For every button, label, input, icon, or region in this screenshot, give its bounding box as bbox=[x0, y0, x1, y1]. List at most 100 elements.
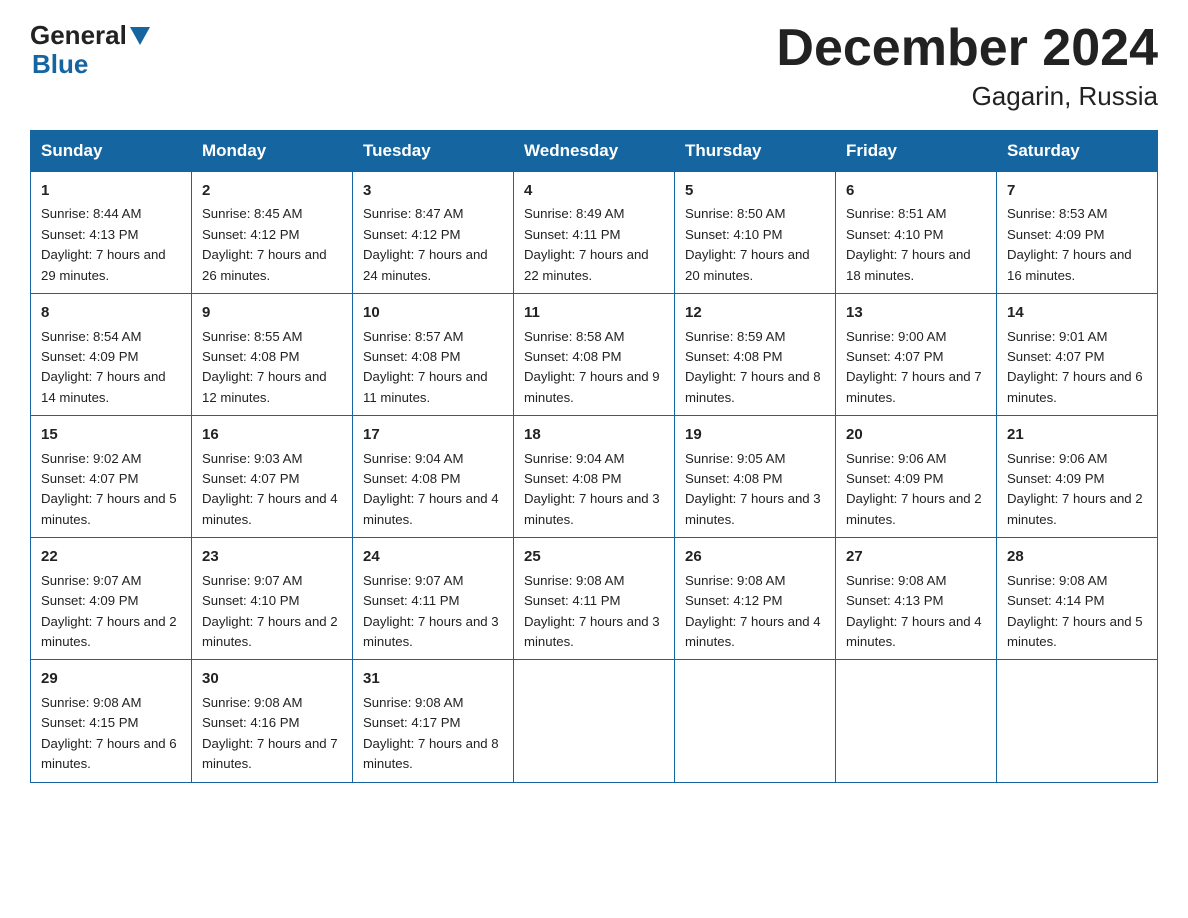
calendar-cell: 13 Sunrise: 9:00 AMSunset: 4:07 PMDayligh… bbox=[836, 294, 997, 416]
calendar-cell: 1Sunrise: 8:44 AMSunset: 4:13 PMDaylight… bbox=[31, 172, 192, 294]
calendar-cell: 2Sunrise: 8:45 AMSunset: 4:12 PMDaylight… bbox=[192, 172, 353, 294]
logo-general-text: General bbox=[30, 20, 127, 51]
day-number: 15 bbox=[41, 423, 181, 446]
logo-arrow-icon bbox=[130, 27, 150, 45]
day-info: Sunrise: 9:02 AMSunset: 4:07 PMDaylight:… bbox=[41, 449, 181, 531]
day-number: 6 bbox=[846, 179, 986, 202]
calendar-week-row: 1Sunrise: 8:44 AMSunset: 4:13 PMDaylight… bbox=[31, 172, 1158, 294]
calendar-cell: 19 Sunrise: 9:05 AMSunset: 4:08 PMDayligh… bbox=[675, 416, 836, 538]
calendar-cell bbox=[675, 660, 836, 782]
weekday-header-wednesday: Wednesday bbox=[514, 131, 675, 172]
day-info: Sunrise: 9:08 AMSunset: 4:15 PMDaylight:… bbox=[41, 693, 181, 775]
calendar-cell: 8 Sunrise: 8:54 AMSunset: 4:09 PMDaylight… bbox=[31, 294, 192, 416]
calendar-cell: 20 Sunrise: 9:06 AMSunset: 4:09 PMDayligh… bbox=[836, 416, 997, 538]
day-info: Sunrise: 8:50 AMSunset: 4:10 PMDaylight:… bbox=[685, 204, 825, 286]
day-info: Sunrise: 9:01 AMSunset: 4:07 PMDaylight:… bbox=[1007, 327, 1147, 409]
day-info: Sunrise: 9:08 AMSunset: 4:14 PMDaylight:… bbox=[1007, 571, 1147, 653]
calendar-cell: 12 Sunrise: 8:59 AMSunset: 4:08 PMDayligh… bbox=[675, 294, 836, 416]
calendar-cell: 7Sunrise: 8:53 AMSunset: 4:09 PMDaylight… bbox=[997, 172, 1158, 294]
page-subtitle: Gagarin, Russia bbox=[776, 81, 1158, 112]
day-info: Sunrise: 8:53 AMSunset: 4:09 PMDaylight:… bbox=[1007, 204, 1147, 286]
day-info: Sunrise: 9:00 AMSunset: 4:07 PMDaylight:… bbox=[846, 327, 986, 409]
day-number: 1 bbox=[41, 179, 181, 202]
logo: General Blue bbox=[30, 20, 150, 80]
calendar-cell: 22 Sunrise: 9:07 AMSunset: 4:09 PMDayligh… bbox=[31, 538, 192, 660]
day-info: Sunrise: 8:58 AMSunset: 4:08 PMDaylight:… bbox=[524, 327, 664, 409]
day-number: 4 bbox=[524, 179, 664, 202]
day-info: Sunrise: 9:07 AMSunset: 4:09 PMDaylight:… bbox=[41, 571, 181, 653]
calendar-cell: 27 Sunrise: 9:08 AMSunset: 4:13 PMDayligh… bbox=[836, 538, 997, 660]
day-number: 2 bbox=[202, 179, 342, 202]
day-number: 29 bbox=[41, 667, 181, 690]
logo-general: General bbox=[30, 20, 150, 51]
day-number: 13 bbox=[846, 301, 986, 324]
day-info: Sunrise: 8:49 AMSunset: 4:11 PMDaylight:… bbox=[524, 204, 664, 286]
day-info: Sunrise: 8:59 AMSunset: 4:08 PMDaylight:… bbox=[685, 327, 825, 409]
weekday-header-sunday: Sunday bbox=[31, 131, 192, 172]
day-number: 17 bbox=[363, 423, 503, 446]
day-number: 26 bbox=[685, 545, 825, 568]
day-info: Sunrise: 9:08 AMSunset: 4:12 PMDaylight:… bbox=[685, 571, 825, 653]
page-title: December 2024 bbox=[776, 20, 1158, 77]
day-number: 24 bbox=[363, 545, 503, 568]
calendar-cell: 4Sunrise: 8:49 AMSunset: 4:11 PMDaylight… bbox=[514, 172, 675, 294]
calendar-cell: 17 Sunrise: 9:04 AMSunset: 4:08 PMDayligh… bbox=[353, 416, 514, 538]
day-info: Sunrise: 8:57 AMSunset: 4:08 PMDaylight:… bbox=[363, 327, 503, 409]
day-number: 16 bbox=[202, 423, 342, 446]
calendar-cell: 30 Sunrise: 9:08 AMSunset: 4:16 PMDayligh… bbox=[192, 660, 353, 782]
weekday-header-monday: Monday bbox=[192, 131, 353, 172]
day-info: Sunrise: 8:55 AMSunset: 4:08 PMDaylight:… bbox=[202, 327, 342, 409]
day-info: Sunrise: 9:08 AMSunset: 4:17 PMDaylight:… bbox=[363, 693, 503, 775]
day-info: Sunrise: 9:07 AMSunset: 4:11 PMDaylight:… bbox=[363, 571, 503, 653]
calendar-cell: 18 Sunrise: 9:04 AMSunset: 4:08 PMDayligh… bbox=[514, 416, 675, 538]
calendar-cell: 5Sunrise: 8:50 AMSunset: 4:10 PMDaylight… bbox=[675, 172, 836, 294]
calendar-week-row: 8 Sunrise: 8:54 AMSunset: 4:09 PMDaylight… bbox=[31, 294, 1158, 416]
day-info: Sunrise: 9:04 AMSunset: 4:08 PMDaylight:… bbox=[524, 449, 664, 531]
day-number: 19 bbox=[685, 423, 825, 446]
day-info: Sunrise: 9:06 AMSunset: 4:09 PMDaylight:… bbox=[846, 449, 986, 531]
calendar-cell: 29 Sunrise: 9:08 AMSunset: 4:15 PMDayligh… bbox=[31, 660, 192, 782]
day-number: 9 bbox=[202, 301, 342, 324]
day-number: 28 bbox=[1007, 545, 1147, 568]
day-number: 10 bbox=[363, 301, 503, 324]
calendar-cell: 11 Sunrise: 8:58 AMSunset: 4:08 PMDayligh… bbox=[514, 294, 675, 416]
day-info: Sunrise: 9:07 AMSunset: 4:10 PMDaylight:… bbox=[202, 571, 342, 653]
day-number: 23 bbox=[202, 545, 342, 568]
day-info: Sunrise: 9:03 AMSunset: 4:07 PMDaylight:… bbox=[202, 449, 342, 531]
day-number: 30 bbox=[202, 667, 342, 690]
calendar-cell: 31 Sunrise: 9:08 AMSunset: 4:17 PMDayligh… bbox=[353, 660, 514, 782]
calendar-cell: 16 Sunrise: 9:03 AMSunset: 4:07 PMDayligh… bbox=[192, 416, 353, 538]
calendar-week-row: 29 Sunrise: 9:08 AMSunset: 4:15 PMDayligh… bbox=[31, 660, 1158, 782]
page-header: General Blue December 2024 Gagarin, Russ… bbox=[30, 20, 1158, 112]
day-number: 5 bbox=[685, 179, 825, 202]
day-info: Sunrise: 9:08 AMSunset: 4:13 PMDaylight:… bbox=[846, 571, 986, 653]
day-number: 12 bbox=[685, 301, 825, 324]
calendar-cell: 28 Sunrise: 9:08 AMSunset: 4:14 PMDayligh… bbox=[997, 538, 1158, 660]
day-number: 22 bbox=[41, 545, 181, 568]
day-info: Sunrise: 9:08 AMSunset: 4:11 PMDaylight:… bbox=[524, 571, 664, 653]
calendar-week-row: 15 Sunrise: 9:02 AMSunset: 4:07 PMDayligh… bbox=[31, 416, 1158, 538]
calendar-table: SundayMondayTuesdayWednesdayThursdayFrid… bbox=[30, 130, 1158, 782]
day-number: 11 bbox=[524, 301, 664, 324]
day-number: 14 bbox=[1007, 301, 1147, 324]
weekday-header-thursday: Thursday bbox=[675, 131, 836, 172]
logo-blue-text: Blue bbox=[32, 49, 88, 80]
day-number: 8 bbox=[41, 301, 181, 324]
day-info: Sunrise: 9:05 AMSunset: 4:08 PMDaylight:… bbox=[685, 449, 825, 531]
calendar-week-row: 22 Sunrise: 9:07 AMSunset: 4:09 PMDayligh… bbox=[31, 538, 1158, 660]
day-info: Sunrise: 9:08 AMSunset: 4:16 PMDaylight:… bbox=[202, 693, 342, 775]
day-info: Sunrise: 9:04 AMSunset: 4:08 PMDaylight:… bbox=[363, 449, 503, 531]
calendar-cell: 9 Sunrise: 8:55 AMSunset: 4:08 PMDaylight… bbox=[192, 294, 353, 416]
calendar-cell: 15 Sunrise: 9:02 AMSunset: 4:07 PMDayligh… bbox=[31, 416, 192, 538]
calendar-cell bbox=[514, 660, 675, 782]
day-number: 18 bbox=[524, 423, 664, 446]
weekday-header-friday: Friday bbox=[836, 131, 997, 172]
day-info: Sunrise: 8:44 AMSunset: 4:13 PMDaylight:… bbox=[41, 204, 181, 286]
day-info: Sunrise: 8:54 AMSunset: 4:09 PMDaylight:… bbox=[41, 327, 181, 409]
day-info: Sunrise: 8:51 AMSunset: 4:10 PMDaylight:… bbox=[846, 204, 986, 286]
day-number: 20 bbox=[846, 423, 986, 446]
day-number: 27 bbox=[846, 545, 986, 568]
day-number: 31 bbox=[363, 667, 503, 690]
calendar-cell: 24 Sunrise: 9:07 AMSunset: 4:11 PMDayligh… bbox=[353, 538, 514, 660]
day-info: Sunrise: 9:06 AMSunset: 4:09 PMDaylight:… bbox=[1007, 449, 1147, 531]
